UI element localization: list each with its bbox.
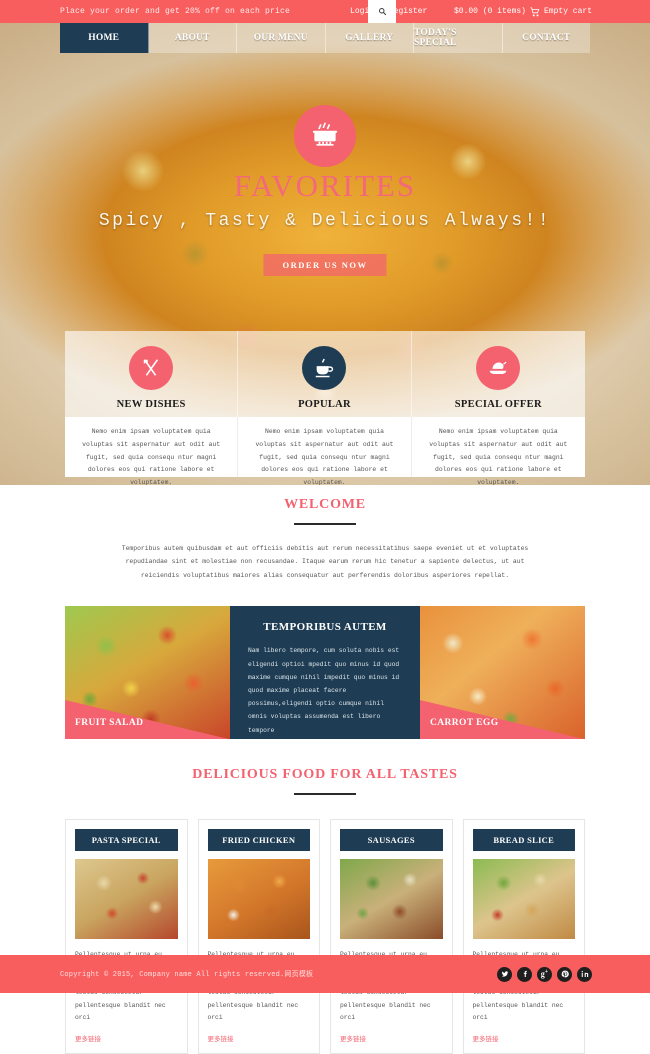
nav-item-our-menu[interactable]: OUR MENU	[237, 23, 326, 53]
food-card-sausages[interactable]: SAUSAGES Pellentesque ut urna eu mauris …	[330, 819, 453, 1054]
linkedin-icon[interactable]	[577, 966, 592, 982]
mid-section: FRUIT SALAD TEMPORIBUS AUTEM Nam libero …	[65, 606, 585, 740]
footer: Copyright © 2015, Company name All right…	[0, 955, 650, 993]
feature-title: POPULAR	[298, 399, 351, 410]
panel-title: TEMPORIBUS AUTEM	[263, 621, 387, 634]
nav-item-contact[interactable]: CONTACT	[503, 23, 591, 53]
cooking-pot-icon	[312, 122, 338, 146]
feature-cards: NEW DISHES Nemo enim ipsam voluptatem qu…	[65, 331, 585, 485]
bread-slice-image	[472, 859, 575, 940]
social-links: g+	[497, 966, 592, 982]
ribbon-shape	[65, 699, 230, 740]
card-title: BREAD SLICE	[472, 829, 575, 852]
carrot-egg-image[interactable]: CARROT EGG	[420, 606, 585, 740]
feature-text: Nemo enim ipsam voluptatem quia voluptas…	[238, 417, 412, 485]
search-icon	[378, 8, 386, 16]
fruit-salad-image[interactable]: FRUIT SALAD	[65, 606, 230, 740]
card-title: PASTA SPECIAL	[75, 829, 178, 852]
cart-label: Empty cart	[543, 7, 592, 16]
order-now-button[interactable]: ORDER US NOW	[263, 254, 387, 276]
cart-area[interactable]: $0.00 (0 items) Empty cart	[454, 0, 592, 23]
nav-item-gallery[interactable]: GALLERY	[326, 23, 414, 53]
fried-chicken-image	[207, 859, 310, 940]
feature-header: POPULAR	[238, 331, 412, 417]
ribbon-shape	[420, 699, 585, 740]
food-card-pasta-special[interactable]: PASTA SPECIAL Pellentesque ut urna eu ma…	[65, 819, 188, 1054]
hero-section: HOME ABOUT OUR MENU GALLERY TODAY'S SPEC…	[0, 23, 650, 485]
cooking-pot-badge	[294, 105, 356, 167]
nav-item-todays-special[interactable]: TODAY'S SPECIAL	[414, 23, 503, 53]
google-plus-icon[interactable]: g+	[537, 966, 552, 982]
welcome-text: Temporibus autem quibusdam et aut offici…	[121, 545, 529, 579]
search-button[interactable]	[368, 0, 396, 23]
carrot-egg-label: CARROT EGG	[430, 718, 499, 729]
feature-card-special-offer[interactable]: SPECIAL OFFER Nemo enim ipsam voluptatem…	[411, 331, 585, 485]
nav-item-about[interactable]: ABOUT	[149, 23, 237, 53]
hero-title: FAVORITES	[233, 168, 417, 203]
fork-knife-icon	[143, 359, 159, 376]
welcome-divider	[294, 523, 356, 525]
roast-chicken-icon	[490, 361, 507, 374]
feature-title: NEW DISHES	[116, 399, 186, 410]
card-more-link[interactable]: 更多链接	[340, 1033, 443, 1043]
coffee-cup-icon	[316, 358, 334, 378]
card-more-link[interactable]: 更多链接	[473, 1033, 576, 1043]
sausages-image	[340, 859, 443, 940]
roast-chicken-icon-circle	[476, 346, 521, 390]
feature-text: Nemo enim ipsam voluptatem quia voluptas…	[65, 417, 239, 485]
feature-card-popular[interactable]: POPULAR Nemo enim ipsam voluptatem quia …	[238, 331, 412, 485]
coffee-cup-icon-circle	[302, 346, 347, 390]
temporibus-panel: TEMPORIBUS AUTEM Nam libero tempore, cum…	[230, 606, 420, 740]
feature-header: SPECIAL OFFER	[411, 331, 585, 417]
delicious-divider	[294, 793, 356, 796]
food-card-fried-chicken[interactable]: FRIED CHICKEN Pellentesque ut urna eu ma…	[197, 819, 320, 1054]
fork-knife-icon-circle	[129, 346, 174, 390]
food-card-list: PASTA SPECIAL Pellentesque ut urna eu ma…	[65, 819, 585, 1054]
feature-card-new-dishes[interactable]: NEW DISHES Nemo enim ipsam voluptatem qu…	[65, 331, 239, 485]
nav-item-home[interactable]: HOME	[60, 23, 149, 53]
hero-tagline: Spicy , Tasty & Delicious Always!!	[98, 211, 552, 231]
feature-text: Nemo enim ipsam voluptatem quia voluptas…	[411, 417, 585, 485]
card-title: SAUSAGES	[340, 829, 443, 852]
cart-total: $0.00 (0 items)	[453, 7, 526, 16]
welcome-section: WELCOME Temporibus autem quibusdam et au…	[0, 485, 650, 582]
feature-header: NEW DISHES	[65, 331, 239, 417]
shopping-cart-icon	[530, 6, 540, 17]
card-more-link[interactable]: 更多链接	[208, 1033, 311, 1043]
copyright-text: Copyright © 2015, Company name All right…	[60, 971, 314, 979]
delicious-section: DELICIOUS FOOD FOR ALL TASTES	[0, 767, 650, 796]
pasta-image	[75, 859, 178, 940]
fruit-salad-label: FRUIT SALAD	[75, 718, 144, 729]
promo-text: Place your order and get 20% off on each…	[60, 7, 291, 16]
feature-title: SPECIAL OFFER	[454, 399, 542, 410]
top-bar: Place your order and get 20% off on each…	[0, 0, 650, 23]
delicious-title: DELICIOUS FOOD FOR ALL TASTES	[192, 767, 458, 783]
welcome-title: WELCOME	[284, 497, 366, 512]
panel-text: Nam libero tempore, cum soluta nobis est…	[248, 647, 400, 734]
food-card-bread-slice[interactable]: BREAD SLICE Pellentesque ut urna eu maur…	[462, 819, 585, 1054]
card-more-link[interactable]: 更多链接	[75, 1033, 178, 1043]
main-navigation: HOME ABOUT OUR MENU GALLERY TODAY'S SPEC…	[60, 23, 590, 53]
pinterest-icon[interactable]	[557, 966, 572, 982]
twitter-icon[interactable]	[497, 966, 512, 982]
facebook-icon[interactable]	[517, 966, 532, 982]
card-title: FRIED CHICKEN	[207, 829, 310, 852]
